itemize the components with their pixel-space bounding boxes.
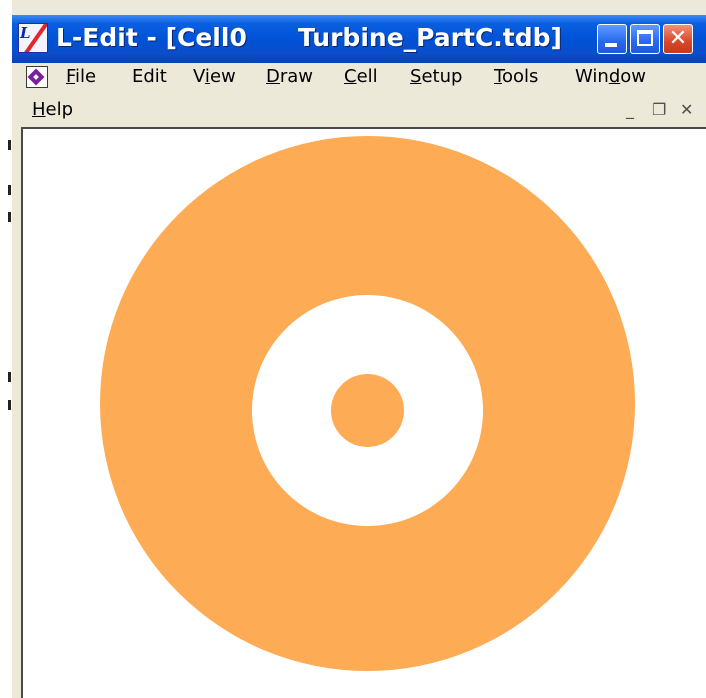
menu-view[interactable]: View bbox=[193, 66, 236, 88]
l-edit-window: L L-Edit - [Cell0 Turbine_PartC.tdb] ✕ F… bbox=[0, 0, 706, 698]
child-minimize-icon[interactable]: _ bbox=[626, 101, 634, 119]
app-icon-letter: L bbox=[20, 24, 31, 42]
edge-tick bbox=[8, 372, 11, 382]
menu-window-label: ow bbox=[620, 66, 646, 87]
window-title-app: L-Edit - [Cell0 bbox=[56, 23, 247, 52]
document-icon[interactable] bbox=[26, 66, 48, 88]
desktop-edge bbox=[0, 0, 12, 698]
menu-window[interactable]: Window bbox=[575, 66, 646, 88]
menu-cell-mnemonic: C bbox=[344, 66, 357, 87]
close-icon: ✕ bbox=[668, 26, 688, 51]
maximize-icon bbox=[637, 30, 653, 46]
maximize-button[interactable] bbox=[630, 24, 660, 54]
l-edit-app-icon[interactable]: L bbox=[18, 23, 48, 53]
menu-help-mnemonic: H bbox=[32, 99, 46, 120]
menu-setup[interactable]: Setup bbox=[410, 66, 462, 88]
menu-cell-label: ell bbox=[356, 66, 378, 87]
menu-edit-label: Edit bbox=[132, 66, 167, 87]
child-restore-icon[interactable]: ❐ bbox=[652, 101, 666, 119]
menu-window-mnemonic: d bbox=[608, 66, 621, 87]
menu-view-prefix: V bbox=[193, 66, 205, 87]
menu-tools-label: ools bbox=[501, 66, 539, 87]
menu-draw-label: raw bbox=[279, 66, 314, 87]
minimize-icon bbox=[605, 43, 617, 47]
edge-tick bbox=[8, 212, 11, 222]
menu-view-label: ew bbox=[209, 66, 236, 87]
menu-setup-label: etup bbox=[421, 66, 463, 87]
minimize-button[interactable] bbox=[597, 24, 627, 54]
close-button[interactable]: ✕ bbox=[663, 24, 693, 54]
layout-canvas[interactable] bbox=[21, 127, 706, 698]
menu-tools[interactable]: Tools bbox=[494, 66, 538, 88]
center-dot[interactable] bbox=[331, 374, 404, 447]
title-bar[interactable]: L L-Edit - [Cell0 Turbine_PartC.tdb] ✕ bbox=[12, 15, 706, 63]
window-title-file: Turbine_PartC.tdb] bbox=[298, 23, 562, 52]
menu-help-label: elp bbox=[45, 99, 74, 120]
edge-tick bbox=[8, 140, 11, 150]
menu-help[interactable]: Help bbox=[32, 99, 73, 121]
menu-draw[interactable]: Draw bbox=[266, 66, 313, 88]
edge-tick bbox=[8, 185, 11, 195]
menu-cell[interactable]: Cell bbox=[344, 66, 378, 88]
menu-file-mnemonic: F bbox=[66, 66, 76, 87]
menu-setup-mnemonic: S bbox=[410, 66, 422, 87]
menu-window-prefix: Win bbox=[575, 66, 609, 87]
menu-draw-mnemonic: D bbox=[266, 66, 280, 87]
menu-edit[interactable]: Edit bbox=[132, 66, 167, 88]
edge-tick bbox=[8, 400, 11, 410]
menu-tools-mnemonic: T bbox=[494, 66, 502, 87]
menu-file-label: ile bbox=[75, 66, 97, 87]
child-close-icon[interactable]: ✕ bbox=[680, 101, 693, 119]
menu-file[interactable]: File bbox=[66, 66, 96, 88]
menu-bar: File Edit View Draw Cell Setup Tools Win… bbox=[12, 63, 706, 125]
